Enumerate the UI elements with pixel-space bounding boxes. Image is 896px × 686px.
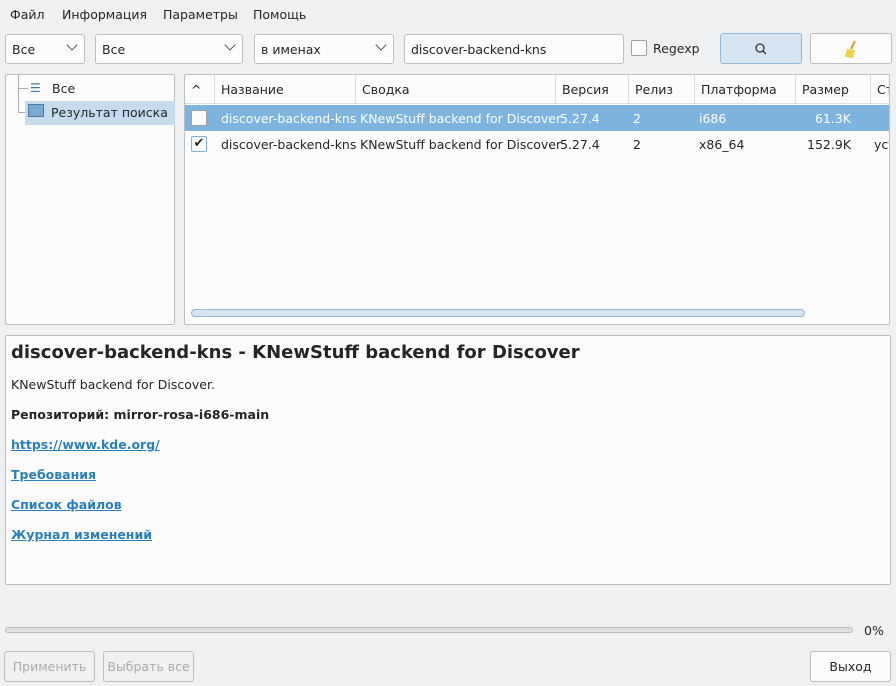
col-status[interactable]: Ст xyxy=(871,75,889,103)
col-release[interactable]: Релиз xyxy=(629,75,695,103)
file-list-link[interactable]: Список файлов xyxy=(11,497,122,512)
search-button[interactable] xyxy=(720,33,802,64)
changelog-link[interactable]: Журнал изменений xyxy=(11,527,152,542)
chevron-down-icon xyxy=(66,39,78,51)
regexp-label: Regexp xyxy=(653,41,700,56)
sort-icon[interactable]: ^ xyxy=(185,75,215,103)
table-header: ^ Название Сводка Версия Релиз Платформа… xyxy=(185,75,889,104)
table-row[interactable]: discover-backend-kns KNewStuff backend f… xyxy=(185,105,889,131)
menu-info[interactable]: Информация xyxy=(62,7,147,22)
tree-item-label: Результат поиска xyxy=(51,105,168,120)
homepage-link[interactable]: https://www.kde.org/ xyxy=(11,437,160,452)
clear-button[interactable] xyxy=(810,33,892,64)
details-panel: discover-backend-kns - KNewStuff backend… xyxy=(5,335,891,585)
filter1-value: Все xyxy=(12,42,36,57)
cell-summary: KNewStuff backend for Discover xyxy=(360,137,562,152)
cell-release: 2 xyxy=(633,137,641,152)
broom-icon xyxy=(845,40,856,58)
row-checkbox[interactable]: ✔ xyxy=(191,136,207,152)
select-all-button[interactable]: Выбрать все xyxy=(103,651,194,682)
search-icon xyxy=(755,43,767,55)
chevron-down-icon xyxy=(375,39,387,51)
search-input[interactable]: discover-backend-kns xyxy=(404,34,624,64)
details-title: discover-backend-kns - KNewStuff backend… xyxy=(11,342,580,363)
tree-item-all[interactable]: ☰ Все xyxy=(28,79,168,101)
cell-name: discover-backend-kns xyxy=(221,111,357,126)
cell-summary: KNewStuff backend for Discover xyxy=(360,111,562,126)
exit-button[interactable]: Выход xyxy=(810,651,891,682)
table-row[interactable]: ✔ discover-backend-kns KNewStuff backend… xyxy=(185,131,889,157)
col-size[interactable]: Размер xyxy=(796,75,871,103)
col-summary[interactable]: Сводка xyxy=(356,75,556,103)
horizontal-scrollbar[interactable] xyxy=(191,309,805,317)
details-description: KNewStuff backend for Discover. xyxy=(11,377,215,392)
tree-item-label: Все xyxy=(52,81,76,96)
cell-size: 61.3K xyxy=(814,111,851,126)
progress-label: 0% xyxy=(864,623,884,638)
chevron-down-icon xyxy=(224,39,236,51)
menu-file[interactable]: Файл xyxy=(10,7,45,22)
filter2-select[interactable]: Все xyxy=(95,34,243,64)
filter1-select[interactable]: Все xyxy=(5,34,85,64)
cell-platform: x86_64 xyxy=(699,137,745,152)
requirements-link[interactable]: Требования xyxy=(11,467,96,482)
category-tree: ☰ Все Результат поиска xyxy=(5,74,175,325)
tree-item-search-result[interactable]: Результат поиска xyxy=(25,101,175,125)
regexp-checkbox[interactable] xyxy=(631,40,647,56)
cell-size: 152.9K xyxy=(807,137,851,152)
cell-version: 5.27.4 xyxy=(560,137,600,152)
progress-bar xyxy=(5,627,853,633)
package-table: ^ Название Сводка Версия Релиз Платформа… xyxy=(184,74,890,325)
search-mode-select[interactable]: в именах xyxy=(254,34,394,64)
cell-release: 2 xyxy=(633,111,641,126)
cell-platform: i686 xyxy=(699,111,727,126)
apply-button[interactable]: Применить xyxy=(4,651,95,682)
col-version[interactable]: Версия xyxy=(556,75,629,103)
details-repo: Репозиторий: mirror-rosa-i686-main xyxy=(11,407,270,422)
filter2-value: Все xyxy=(102,42,126,57)
cell-name: discover-backend-kns xyxy=(221,137,357,152)
col-platform[interactable]: Платформа xyxy=(695,75,796,103)
row-checkbox[interactable] xyxy=(191,110,207,126)
menu-settings[interactable]: Параметры xyxy=(163,7,238,22)
cell-status: уст xyxy=(874,137,889,152)
search-mode-value: в именах xyxy=(261,42,321,57)
sliders-icon: ☰ xyxy=(30,81,41,95)
col-name[interactable]: Название xyxy=(215,75,356,103)
cell-version: 5.27.4 xyxy=(560,111,600,126)
monitor-icon xyxy=(28,104,44,117)
menu-help[interactable]: Помощь xyxy=(253,7,306,22)
